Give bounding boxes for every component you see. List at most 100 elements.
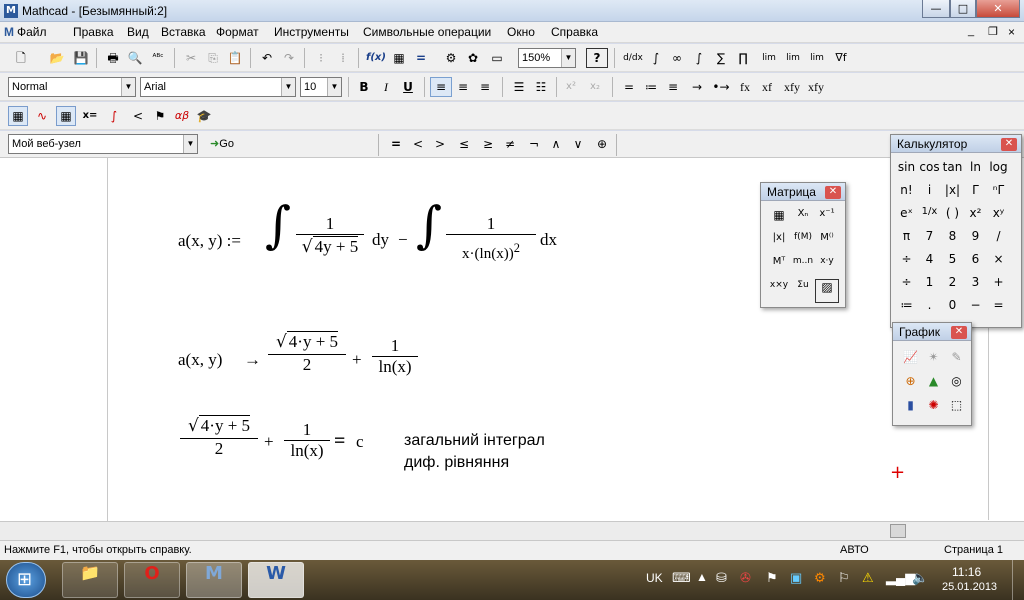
calculus-palette-icon[interactable]: ∫ <box>104 106 124 126</box>
symbolic-palette-icon[interactable]: 🎓 <box>194 106 214 126</box>
menu-symbolics[interactable]: Символьные операции <box>363 25 491 39</box>
acrobat-tray-icon[interactable]: ✇ <box>740 570 751 586</box>
print-icon[interactable]: 🖶 <box>102 48 124 68</box>
determinant-icon[interactable]: |x| <box>767 231 791 255</box>
less-equal-icon[interactable]: ≤ <box>454 134 474 154</box>
font-size-select[interactable]: 10 ▼ <box>300 77 342 97</box>
global-definition-icon[interactable]: ≡ <box>662 77 684 97</box>
cross-product-icon[interactable]: x×y <box>767 279 791 303</box>
digit-0-button[interactable]: 0 <box>941 297 964 320</box>
bold-equals-icon[interactable]: = <box>386 134 406 154</box>
definite-integral-icon[interactable]: ∫ <box>646 48 666 68</box>
close-icon[interactable]: ✕ <box>1001 138 1017 151</box>
close-icon[interactable]: ✕ <box>825 186 841 199</box>
align-left-icon[interactable]: ≡ <box>430 77 452 97</box>
menu-file[interactable]: Файл <box>17 25 47 39</box>
contour-plot-icon[interactable]: ◎ <box>945 373 968 397</box>
digit-6-button[interactable]: 6 <box>964 251 987 274</box>
vector-sum-icon[interactable]: Σu <box>791 279 815 303</box>
bold-button[interactable]: B <box>354 77 374 97</box>
vectorize-icon[interactable]: f(M) <box>791 231 815 255</box>
treefix-operator-icon[interactable]: xfy <box>804 77 828 97</box>
vector-field-icon[interactable]: ⬚ <box>945 397 968 421</box>
power-button[interactable]: xʸ <box>987 205 1010 228</box>
menu-help[interactable]: Справка <box>551 25 598 39</box>
close-icon[interactable]: ✕ <box>951 326 967 339</box>
subscript-icon[interactable]: Xₙ <box>791 207 815 231</box>
cos-button[interactable]: cos <box>918 159 941 182</box>
open-folder-icon[interactable]: 📂 <box>46 48 68 68</box>
update-tray-icon[interactable]: ⚙ <box>814 570 826 586</box>
digit-3-button[interactable]: 3 <box>964 274 987 297</box>
paste-icon[interactable]: 📋 <box>224 48 246 68</box>
menu-format[interactable]: Формат <box>216 25 259 39</box>
scrollbar-thumb[interactable] <box>890 524 906 538</box>
xy-plot-icon[interactable]: 📈 <box>899 349 922 373</box>
graph-palette-icon[interactable]: ∿ <box>32 106 52 126</box>
divide-slash-button[interactable]: / <box>987 228 1010 251</box>
infix-operator-icon[interactable]: xfy <box>780 77 804 97</box>
align-right-icon[interactable]: ≡ <box>474 77 496 97</box>
polar-plot-icon[interactable]: ✴ <box>922 349 945 373</box>
symbolic-evaluate-icon[interactable]: → <box>686 77 708 97</box>
insert-unit-icon[interactable]: ▦ <box>388 48 410 68</box>
greater-equal-icon[interactable]: ≥ <box>478 134 498 154</box>
ln-button[interactable]: ln <box>964 159 987 182</box>
parentheses-button[interactable]: ( ) <box>941 205 964 228</box>
superscript-icon[interactable]: x² <box>560 77 582 97</box>
minus-button[interactable]: − <box>964 297 987 320</box>
text-region[interactable]: загальний інтеграл диф. рівняння <box>404 430 545 474</box>
keyboard-icon[interactable]: ⌨ <box>672 570 691 586</box>
square-button[interactable]: x² <box>964 205 987 228</box>
language-indicator[interactable]: UK <box>646 571 663 585</box>
warning-tray-icon[interactable]: ⚠ <box>862 570 874 586</box>
action-center-icon[interactable]: ⚐ <box>838 570 850 586</box>
redo-icon[interactable]: ↷ <box>278 48 300 68</box>
print-preview-icon[interactable]: 🔍 <box>124 48 146 68</box>
derivative-icon[interactable]: d/dx <box>620 48 646 68</box>
menu-edit[interactable]: Правка <box>73 25 114 39</box>
define-button[interactable]: ≔ <box>895 297 918 320</box>
greek-palette-icon[interactable]: αβ <box>172 106 192 126</box>
infinity-icon[interactable]: ∞ <box>666 48 688 68</box>
not-equal-icon[interactable]: ≠ <box>500 134 520 154</box>
equation-fraction-1[interactable]: √ 4·y + 5 2 <box>180 415 258 459</box>
digit-8-button[interactable]: 8 <box>941 228 964 251</box>
doc-restore-button[interactable]: ❐ <box>988 25 998 38</box>
exp-button[interactable]: eˣ <box>895 205 918 228</box>
dot-product-icon[interactable]: x·y <box>815 255 839 279</box>
inverse-icon[interactable]: x⁻¹ <box>815 207 839 231</box>
close-button[interactable]: ✕ <box>976 0 1020 18</box>
xor-icon[interactable]: ⊕ <box>592 134 612 154</box>
not-icon[interactable]: ¬ <box>524 134 544 154</box>
imaginary-button[interactable]: i <box>918 182 941 205</box>
show-desktop-button[interactable] <box>1012 560 1024 600</box>
plus-button[interactable]: + <box>987 274 1010 297</box>
bar-plot-icon[interactable]: ▮ <box>899 397 922 421</box>
maximize-button[interactable]: □ <box>950 0 976 18</box>
app-tray-icon[interactable]: ▣ <box>790 570 802 586</box>
boolean-palette-icon[interactable]: < <box>128 106 148 126</box>
evaluate-equal-icon[interactable]: = <box>618 77 640 97</box>
multiply-button[interactable]: × <box>987 251 1010 274</box>
definition-region[interactable]: a(x, y) := <box>178 222 241 272</box>
show-hidden-icons[interactable]: ▲ <box>696 570 708 584</box>
copy-icon[interactable]: ⎘ <box>202 48 224 68</box>
calculate-icon[interactable]: = <box>410 48 432 68</box>
taskbar-word[interactable]: W <box>248 562 304 598</box>
definition-icon[interactable]: ≔ <box>640 77 662 97</box>
insert-hyperlink-icon[interactable]: ⚙ <box>440 48 462 68</box>
trace-icon[interactable]: ✎ <box>945 349 968 373</box>
and-icon[interactable]: ∧ <box>546 134 566 154</box>
reciprocal-button[interactable]: 1/x <box>918 205 941 228</box>
picture-icon[interactable]: ▨ <box>815 279 839 303</box>
cut-icon[interactable]: ✂ <box>180 48 202 68</box>
symbolic-lhs[interactable]: a(x, y) <box>178 350 222 370</box>
subscript-icon[interactable]: x₂ <box>584 77 606 97</box>
network-tray-icon[interactable]: ⛁ <box>716 570 727 586</box>
save-icon[interactable]: 💾 <box>70 48 92 68</box>
equals-button[interactable]: = <box>987 297 1010 320</box>
indefinite-integral-icon[interactable]: ∫ <box>688 48 710 68</box>
less-than-icon[interactable]: < <box>408 134 428 154</box>
spell-check-icon[interactable]: ᴬᴮᶜ <box>146 48 170 68</box>
